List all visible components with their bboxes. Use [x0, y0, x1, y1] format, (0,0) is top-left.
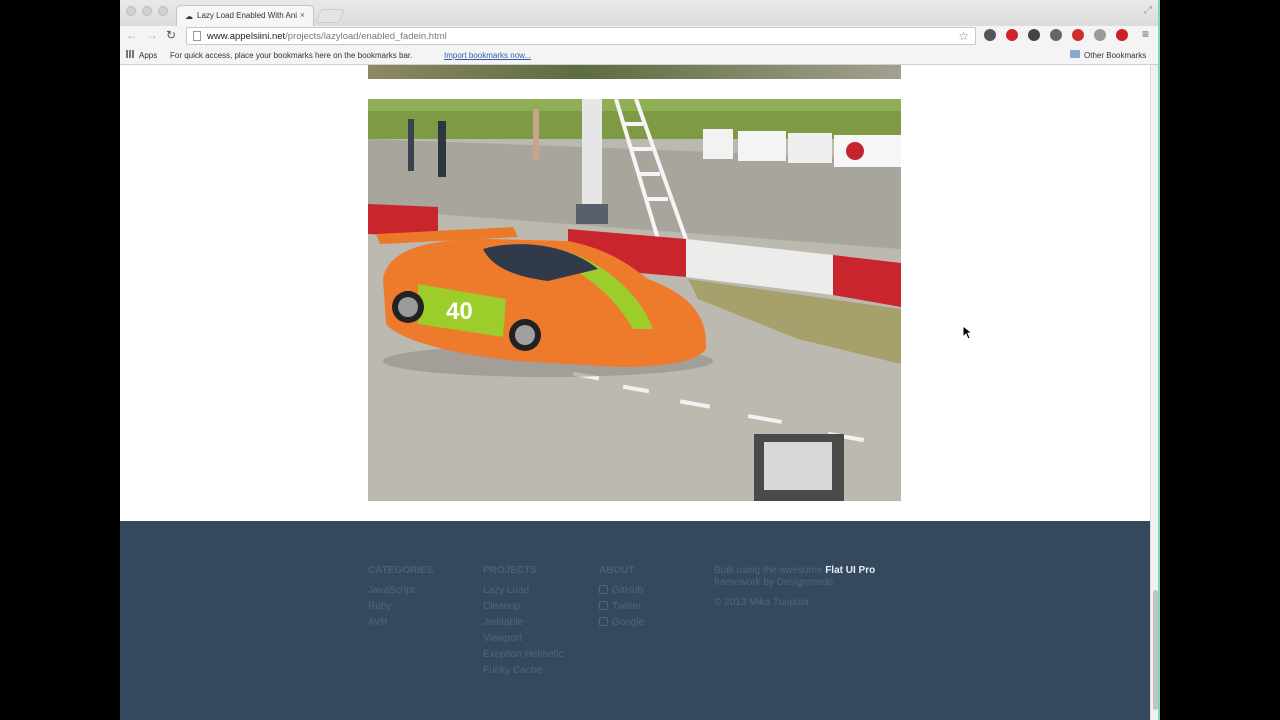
github-icon: [599, 585, 608, 594]
rear-rim: [398, 297, 418, 317]
apps-link[interactable]: Apps: [139, 51, 157, 60]
bookmarks-bar: Apps For quick access, place your bookma…: [120, 46, 1160, 65]
footer-link-jeditable[interactable]: Jeditable: [483, 617, 564, 629]
cloud-favicon-icon: ☁: [185, 12, 193, 21]
window-edge: [1158, 0, 1160, 720]
footer-link-javascript[interactable]: JavaScript: [368, 585, 433, 597]
tab-strip: ☁ Lazy Load Enabled With Animation × ⤢: [120, 0, 1160, 27]
address-bar[interactable]: www.appelsiini.net/projects/lazyload/ena…: [186, 27, 976, 45]
camera-screen: [764, 442, 832, 490]
banner-1: [703, 129, 733, 159]
previous-photo: [368, 65, 901, 79]
projects-heading: PROJECTS: [483, 565, 537, 576]
extension-icon[interactable]: [1094, 29, 1106, 41]
bookmark-star-icon[interactable]: ☆: [958, 29, 969, 43]
close-window-button[interactable]: [126, 6, 136, 16]
url-path: /projects/lazyload/enabled_fadein.html: [285, 31, 447, 42]
grass-far: [368, 99, 901, 111]
window-controls: [126, 6, 168, 16]
banner-2: [738, 131, 786, 161]
reload-icon[interactable]: ↻: [166, 28, 176, 42]
footer-link-lazy-load[interactable]: Lazy Load: [483, 585, 564, 597]
footer-about: ABOUT GitHub Twitter Google: [599, 565, 644, 633]
footer-categories: CATEGORIES JavaScript Ruby AVR: [368, 565, 433, 633]
footer-link-ruby[interactable]: Ruby: [368, 601, 433, 613]
forward-icon[interactable]: →: [146, 28, 158, 42]
spectator-2: [438, 121, 446, 177]
browser-toolbar: ← → ↻ www.appelsiini.net/projects/lazylo…: [120, 26, 1160, 46]
credits-line-2: framework by Designmodo.: [714, 577, 836, 588]
footer-credits: Built using the awesome Flat UI Pro fram…: [714, 565, 875, 609]
about-heading: ABOUT: [599, 565, 635, 576]
other-bookmarks-link[interactable]: Other Bookmarks: [1084, 51, 1146, 60]
url-text: www.appelsiini.net/projects/lazyload/ena…: [207, 31, 447, 42]
twitter-label: Twitter: [612, 601, 642, 612]
google-icon: [599, 617, 608, 626]
footer-link-exeption-helmetic[interactable]: Exeption Helmetic: [483, 649, 564, 661]
flat-ui-pro-link[interactable]: Flat UI Pro: [825, 565, 875, 576]
front-rim: [515, 325, 535, 345]
wrench-icon[interactable]: [1050, 29, 1062, 41]
race-car-photo: 40: [368, 99, 901, 501]
tab-close-icon[interactable]: ×: [300, 10, 305, 20]
browser-window: ☁ Lazy Load Enabled With Animation × ⤢ ←…: [120, 0, 1160, 720]
chrome-icon[interactable]: [1028, 29, 1040, 41]
import-bookmarks-link[interactable]: Import bookmarks now...: [444, 51, 531, 60]
twitter-icon: [599, 601, 608, 610]
tab-title: Lazy Load Enabled With Animation: [197, 11, 297, 20]
site-footer: CATEGORIES JavaScript Ruby AVR PROJECTS …: [120, 521, 1150, 720]
evernote-icon[interactable]: [984, 29, 996, 41]
banner-4: [834, 135, 901, 167]
race-number: 40: [446, 298, 473, 325]
footer-link-avr[interactable]: AVR: [368, 617, 433, 629]
google-label: Google: [612, 617, 645, 628]
pinterest-icon[interactable]: [1116, 29, 1128, 41]
new-tab-button[interactable]: [315, 9, 345, 23]
banner-3: [788, 133, 832, 163]
back-icon[interactable]: ←: [126, 28, 138, 42]
page-icon: [193, 31, 201, 41]
url-host: www.appelsiini.net: [207, 31, 286, 42]
categories-heading: CATEGORIES: [368, 565, 434, 576]
footer-link-cleanup[interactable]: Cleanup: [483, 601, 564, 613]
banner-logo: [846, 142, 864, 160]
fullscreen-icon[interactable]: ⤢: [1144, 5, 1152, 16]
browser-tab[interactable]: ☁ Lazy Load Enabled With Animation ×: [176, 5, 314, 26]
footer-link-funky-cache[interactable]: Funky Cache: [483, 665, 564, 677]
gantry-base: [576, 204, 608, 224]
apps-icon[interactable]: [126, 50, 134, 58]
footer-link-github[interactable]: GitHub: [599, 585, 644, 597]
footer-link-viewport[interactable]: Viewport: [483, 633, 564, 645]
minimize-window-button[interactable]: [142, 6, 152, 16]
footer-link-twitter[interactable]: Twitter: [599, 601, 644, 613]
spectator-3: [533, 109, 539, 159]
mouse-cursor-icon: [963, 326, 973, 340]
bookmarks-hint: For quick access, place your bookmarks h…: [170, 51, 413, 60]
zoom-window-button[interactable]: [158, 6, 168, 16]
credits-line-1: Built using the awesome Flat UI Pro: [714, 565, 875, 577]
menu-icon[interactable]: ≡: [1142, 27, 1149, 41]
folder-icon: [1070, 50, 1080, 58]
start-gantry-pole: [582, 99, 602, 219]
adblock-icon[interactable]: [1072, 29, 1084, 41]
spectator-1: [408, 119, 414, 171]
page-content: 40 CATEGORIES JavaScript Ruby AVR PROJEC…: [120, 65, 1150, 720]
github-label: GitHub: [612, 585, 644, 596]
footer-projects: PROJECTS Lazy Load Cleanup Jeditable Vie…: [483, 565, 564, 681]
credits-intro: Built using the awesome: [714, 565, 823, 576]
copyright: © 2013 Mika Tuupola: [714, 597, 809, 608]
footer-link-google[interactable]: Google: [599, 617, 644, 629]
opera-icon[interactable]: [1006, 29, 1018, 41]
